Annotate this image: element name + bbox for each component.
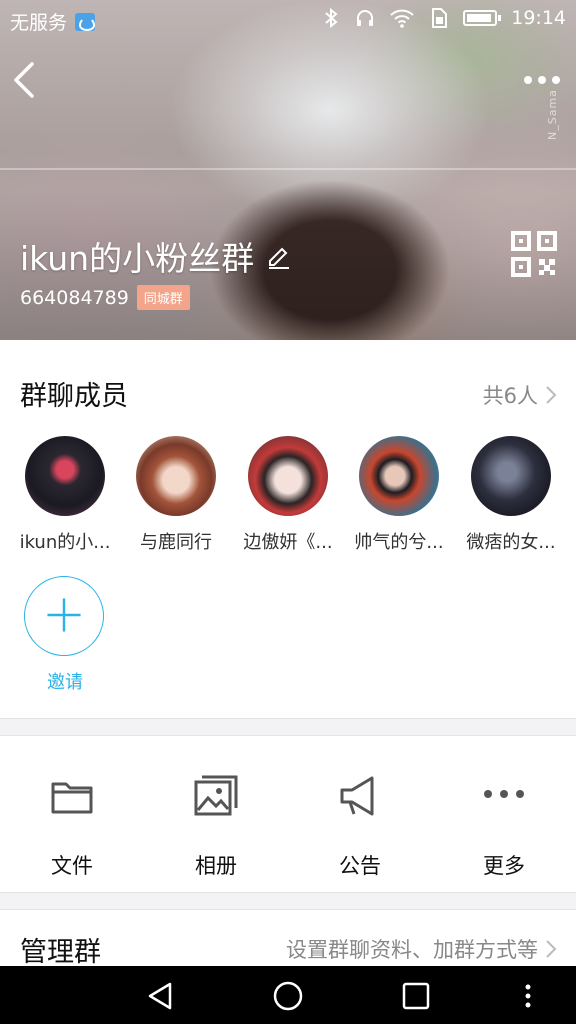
member-avatar (359, 436, 439, 516)
member-name: 边傲妍《... (243, 532, 333, 553)
banner-watermark: N_Sama (546, 89, 559, 140)
group-name: ikun的小粉丝群 (20, 239, 255, 278)
tool-album[interactable]: 相册 (144, 772, 288, 880)
member-name: 帅气的兮... (354, 532, 444, 553)
tool-label: 公告 (339, 854, 381, 878)
tool-files[interactable]: 文件 (0, 772, 144, 880)
member-avatar (471, 436, 551, 516)
member-count-link[interactable]: 共6人 (483, 380, 558, 410)
invite-circle (24, 576, 104, 656)
tool-label: 文件 (51, 854, 93, 878)
more-options-button[interactable] (522, 70, 562, 90)
invite-button[interactable]: 邀请 (24, 576, 106, 694)
member-avatar (25, 436, 105, 516)
tool-label: 相册 (195, 854, 237, 878)
member-item[interactable]: ikun的小... (9, 436, 121, 554)
app-notification-icon (75, 12, 96, 31)
member-avatar (248, 436, 328, 516)
city-group-badge: 同城群 (136, 285, 190, 310)
member-item[interactable]: 边傲妍《... (232, 436, 344, 554)
back-button[interactable] (10, 60, 40, 100)
album-icon (194, 775, 238, 816)
member-avatar (136, 436, 216, 516)
sim-icon (432, 8, 448, 28)
tool-announcement[interactable]: 公告 (288, 772, 432, 880)
member-count-label: 共6人 (482, 384, 538, 408)
status-time: 19:14 (511, 7, 566, 29)
members-title: 群聊成员 (20, 381, 128, 412)
wifi-icon (390, 9, 414, 28)
nav-back-icon[interactable] (144, 980, 176, 1012)
battery-icon (463, 10, 502, 26)
edit-name-icon[interactable] (266, 243, 292, 269)
tool-label: 更多 (483, 854, 525, 878)
tools-section: 文件 相册 公告 更多 (0, 736, 576, 892)
chevron-right-icon (546, 940, 557, 958)
folder-icon (51, 782, 93, 814)
headphones-icon (357, 10, 374, 26)
member-item[interactable]: 帅气的兮... (343, 436, 455, 554)
plus-icon (47, 598, 81, 632)
carrier-label: 无服务 (10, 12, 68, 34)
chevron-right-icon (546, 386, 557, 404)
manage-group-row[interactable]: 管理群 设置群聊资料、加群方式等 (0, 910, 576, 968)
invite-label: 邀请 (47, 672, 83, 693)
manage-group-description: 设置群聊资料、加群方式等 (286, 938, 538, 962)
member-name: 与鹿同行 (140, 532, 212, 553)
megaphone-icon (340, 776, 374, 816)
group-header-banner: N_Sama 无服务 19:14 ikun的小粉丝群 664084789 同城群 (0, 0, 576, 340)
status-bar: 无服务 19:14 (0, 0, 576, 40)
system-navigation-bar (0, 966, 576, 1024)
nav-home-icon[interactable] (272, 980, 304, 1012)
section-divider (0, 892, 576, 910)
section-divider (0, 718, 576, 736)
member-item[interactable]: 与鹿同行 (120, 436, 232, 554)
member-item[interactable]: 微痞的女... (455, 436, 567, 554)
tool-more[interactable]: 更多 (432, 772, 576, 880)
nav-recents-icon[interactable] (400, 980, 432, 1012)
member-name: 微痞的女... (466, 532, 556, 553)
bluetooth-icon (325, 7, 338, 29)
members-section: 群聊成员 共6人 ikun的小... 与鹿同行 边傲妍《... 帅气的兮... … (0, 340, 576, 718)
group-id: 664084789 (20, 286, 129, 309)
more-dots-icon (484, 790, 524, 798)
manage-group-title: 管理群 (20, 937, 101, 968)
member-name: ikun的小... (19, 532, 111, 553)
qr-code-button[interactable] (510, 230, 558, 278)
nav-menu-icon[interactable] (512, 980, 544, 1012)
